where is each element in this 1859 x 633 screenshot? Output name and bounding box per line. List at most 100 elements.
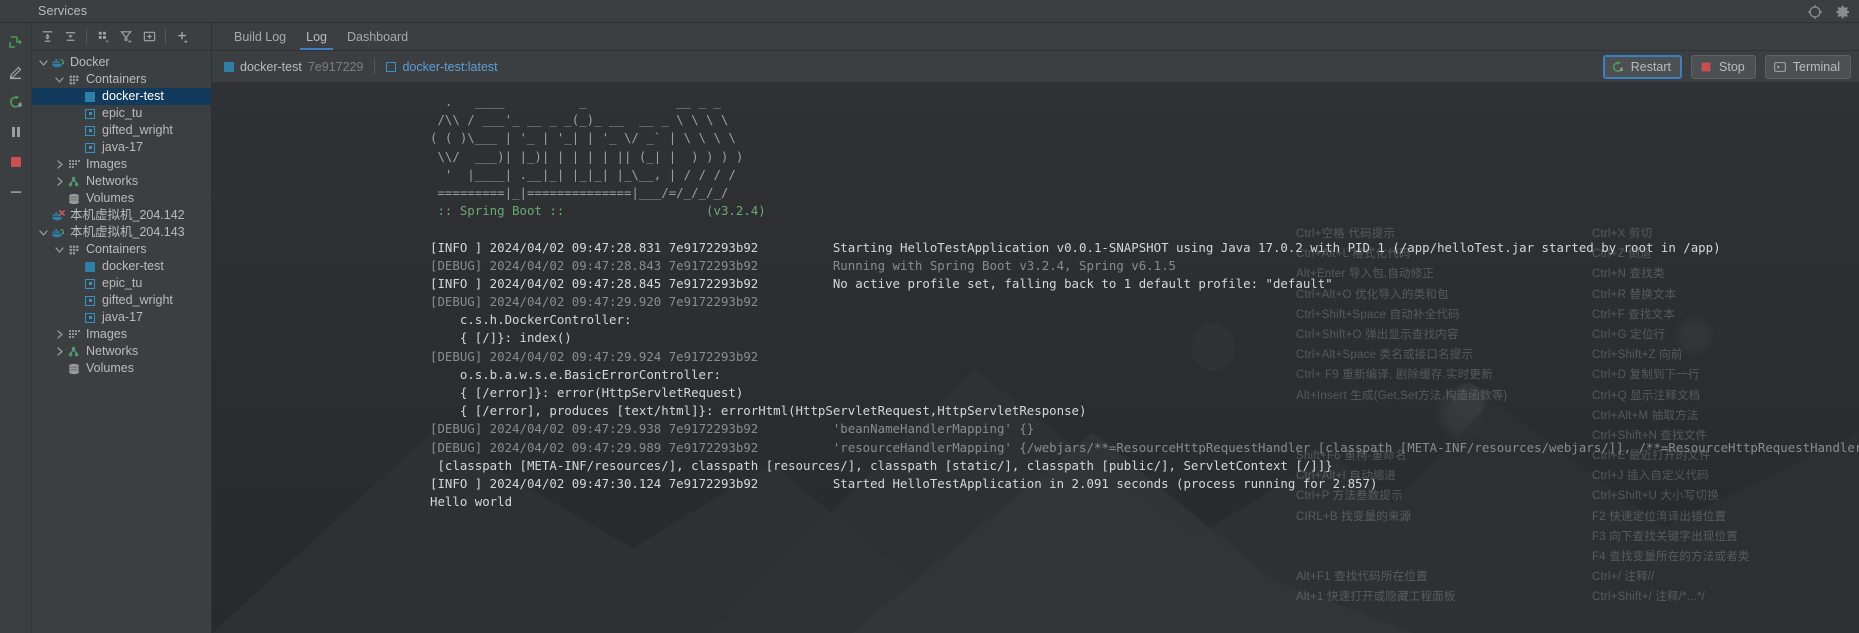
- breadcrumb-image[interactable]: docker-test:latest: [386, 59, 498, 74]
- rerun-icon[interactable]: [1, 27, 31, 57]
- run-toolbar-rail: [0, 23, 32, 633]
- add-icon[interactable]: [171, 26, 193, 48]
- edit-icon[interactable]: [1, 57, 31, 87]
- tree-node-images[interactable]: Images: [32, 156, 211, 173]
- tree-node-epic_tu[interactable]: epic_tu: [32, 275, 211, 292]
- tree-node-本机虚拟机_204.143[interactable]: 本机虚拟机_204.143: [32, 224, 211, 241]
- tree-node-volumes[interactable]: Volumes: [32, 360, 211, 377]
- container-stopped-icon: [83, 277, 97, 291]
- log-banner-line: . ____ _ __ _ _: [430, 94, 721, 109]
- services-tree-panel: Docker Containers docker-test epic_tu gifted…: [32, 23, 212, 633]
- tree-node-images[interactable]: Images: [32, 326, 211, 343]
- log-host-id: 7e9172293b92: [661, 439, 759, 455]
- log-host-id: 7e9172293b92: [661, 475, 759, 491]
- tree-node-epic_tu[interactable]: epic_tu: [32, 105, 211, 122]
- log-message: No active profile set, falling back to 1…: [758, 275, 1333, 291]
- chevron-down-icon[interactable]: [54, 244, 65, 255]
- networks-icon: [67, 345, 81, 359]
- stop-icon: [1699, 60, 1713, 74]
- tree-node-gifted_wright[interactable]: gifted_wright: [32, 122, 211, 139]
- tree-node-label: gifted_wright: [102, 123, 173, 137]
- images-icon: [67, 328, 81, 342]
- tree-node-gifted_wright[interactable]: gifted_wright: [32, 292, 211, 309]
- tab-build-log[interactable]: Build Log: [224, 23, 296, 50]
- expand-all-icon[interactable]: [36, 26, 58, 48]
- tree-node-label: Volumes: [86, 361, 134, 375]
- locate-icon[interactable]: [1807, 4, 1823, 20]
- log-level: [INFO ]: [430, 475, 483, 491]
- tree-node-本机虚拟机_204.142[interactable]: 本机虚拟机_204.142: [32, 207, 211, 224]
- log-timestamp: 2024/04/02 09:47:29.938: [482, 421, 662, 437]
- tree-node-networks[interactable]: Networks: [32, 173, 211, 190]
- tree-node-label: 本机虚拟机_204.143: [70, 225, 185, 239]
- chevron-right-icon[interactable]: [54, 329, 65, 340]
- log-host-id: 7e9172293b92: [661, 348, 759, 364]
- breadcrumb-bar: docker-test 7e917229 docker-test:latest: [212, 51, 1859, 83]
- tree-node-docker[interactable]: Docker: [32, 54, 211, 71]
- stop-button[interactable]: Stop: [1691, 54, 1756, 79]
- log-continuation: Hello world: [430, 494, 513, 510]
- log-line: c.s.h.DockerController:: [430, 311, 1859, 329]
- tab-dashboard[interactable]: Dashboard: [337, 23, 418, 50]
- chevron-right-icon[interactable]: [54, 346, 65, 357]
- collapse-all-icon[interactable]: [59, 26, 81, 48]
- tree-node-label: Docker: [70, 55, 110, 69]
- tab-log[interactable]: Log: [296, 23, 337, 50]
- networks-icon: [67, 175, 81, 189]
- filter-icon[interactable]: [115, 26, 137, 48]
- tree-node-docker-test[interactable]: docker-test: [32, 88, 211, 105]
- log-line: [INFO ] 2024/04/02 09:47:28.845 7e917229…: [430, 275, 1859, 293]
- restart-icon[interactable]: [1, 87, 31, 117]
- chevron-down-icon[interactable]: [54, 74, 65, 85]
- log-continuation: { [/error]}: error(HttpServletRequest): [430, 385, 744, 400]
- log-banner-line: =========|_|==============|___/=/_/_/_/: [430, 184, 729, 200]
- log-continuation: { [/]}: index(): [430, 330, 572, 346]
- terminal-button-label: Terminal: [1792, 59, 1840, 74]
- tree-node-label: 本机虚拟机_204.142: [70, 208, 185, 222]
- container-stopped-icon: [83, 141, 97, 155]
- docker-error-icon: [51, 209, 65, 223]
- log-line: [DEBUG] 2024/04/02 09:47:29.924 7e917229…: [430, 348, 1859, 366]
- stop-button-label: Stop: [1719, 59, 1745, 74]
- log-level: [INFO ]: [430, 239, 483, 255]
- services-tree[interactable]: Docker Containers docker-test epic_tu gifted…: [32, 51, 211, 633]
- tree-node-containers[interactable]: Containers: [32, 241, 211, 258]
- spring-boot-label: :: Spring Boot ::: [430, 203, 572, 219]
- tree-node-networks[interactable]: Networks: [32, 343, 211, 360]
- tab-label: Dashboard: [346, 29, 409, 44]
- tree-node-java-17[interactable]: java-17: [32, 309, 211, 326]
- log-timestamp: 2024/04/02 09:47:29.920: [482, 294, 662, 310]
- titlebar-actions: [1807, 0, 1851, 23]
- chevron-down-icon[interactable]: [38, 57, 49, 68]
- breadcrumb-image-name: docker-test:latest: [402, 59, 498, 74]
- tree-node-label: Containers: [86, 72, 147, 86]
- log-banner-line: \\/ ___)| |_)| | | | | || (_| | ) ) ) ): [430, 148, 744, 164]
- add-tab-icon[interactable]: [138, 26, 160, 48]
- tree-node-containers[interactable]: Containers: [32, 71, 211, 88]
- chevron-right-icon[interactable]: [54, 159, 65, 170]
- log-timestamp: 2024/04/02 09:47:30.124: [482, 475, 662, 491]
- toolbar-divider-2: [165, 29, 166, 44]
- restart-button[interactable]: Restart: [1602, 54, 1683, 79]
- tree-node-volumes[interactable]: Volumes: [32, 190, 211, 207]
- log-line: [DEBUG] 2024/04/02 09:47:28.843 7e917229…: [430, 257, 1859, 275]
- gear-icon[interactable]: [1835, 4, 1851, 20]
- chevron-right-icon[interactable]: [54, 176, 65, 187]
- main-panel: Build Log Log Dashboard docker-test 7e9172…: [212, 23, 1859, 633]
- pause-icon[interactable]: [1, 117, 31, 147]
- containers-icon: [67, 243, 81, 257]
- log-console[interactable]: Ctrl+空格 代码提示 Ctrl+Alt+L 格式化代码 Alt+Enter 导入…: [212, 83, 1859, 633]
- chevron-down-icon[interactable]: [38, 227, 49, 238]
- log-line: [DEBUG] 2024/04/02 09:47:29.989 7e917229…: [430, 439, 1859, 457]
- log-timestamp: 2024/04/02 09:47:28.831: [482, 239, 662, 255]
- log-timestamp: 2024/04/02 09:47:28.843: [482, 257, 662, 273]
- spring-boot-version: (v3.2.4): [571, 203, 766, 219]
- tree-node-docker-test[interactable]: docker-test: [32, 258, 211, 275]
- group-by-icon[interactable]: [92, 26, 114, 48]
- container-stopped-icon: [83, 107, 97, 121]
- stop-icon[interactable]: [1, 147, 31, 177]
- tree-node-java-17[interactable]: java-17: [32, 139, 211, 156]
- terminal-button[interactable]: Terminal: [1764, 54, 1851, 79]
- container-running-icon: [83, 90, 97, 104]
- minus-icon[interactable]: [1, 177, 31, 207]
